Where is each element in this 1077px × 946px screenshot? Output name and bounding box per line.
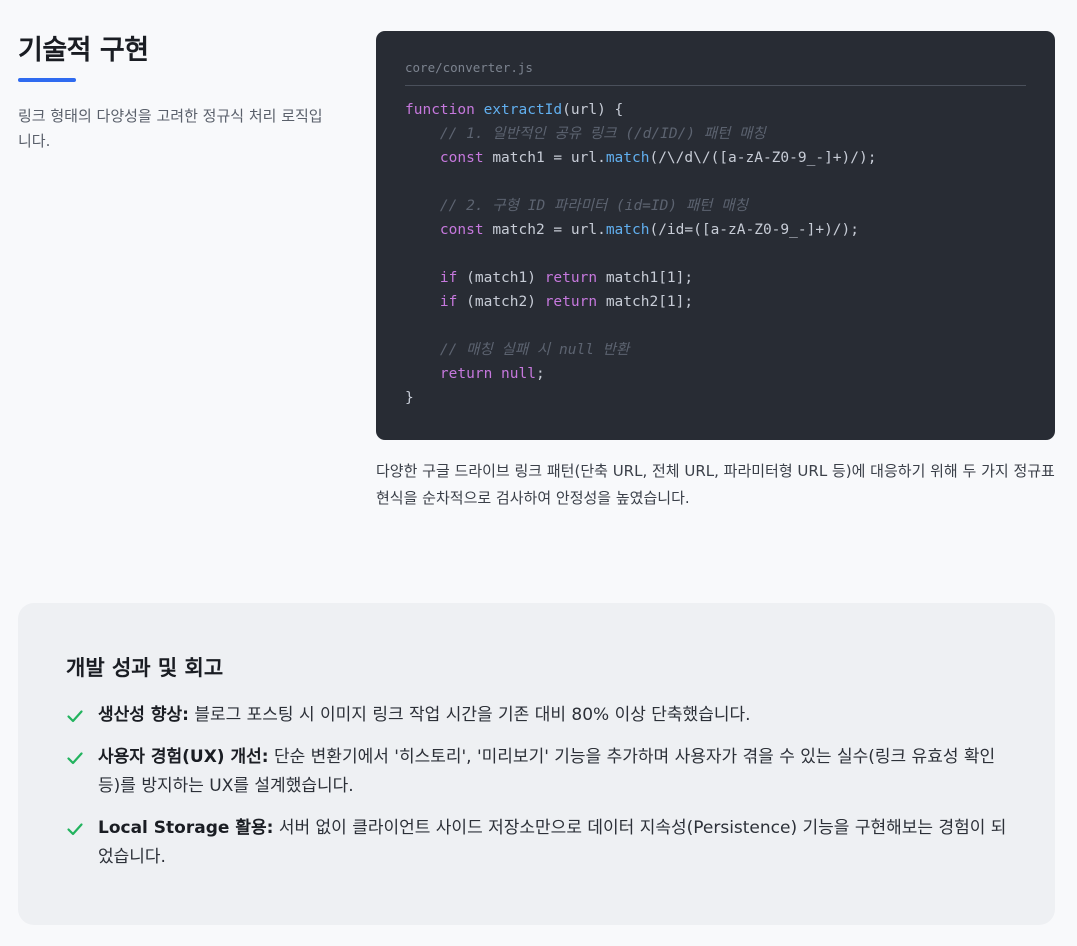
code-line: function extractId(url) { xyxy=(405,98,1026,122)
check-icon xyxy=(67,823,83,836)
code-token: match xyxy=(605,222,650,238)
list-item-label: 사용자 경험(UX) 개선: xyxy=(98,747,269,767)
code-line: if (match1) return match1[1]; xyxy=(405,266,1026,290)
page: 기술적 구현 링크 형태의 다양성을 고려한 정규식 처리 로직입니다. cor… xyxy=(0,0,1077,946)
code-block: function extractId(url) { // 1. 일반적인 공유 … xyxy=(405,98,1026,410)
code-token: function xyxy=(405,102,484,118)
tech-intro: 기술적 구현 링크 형태의 다양성을 고려한 정규식 처리 로직입니다. xyxy=(18,32,338,154)
code-filename: core/converter.js xyxy=(405,60,1026,86)
code-token: extractId xyxy=(483,102,563,118)
code-token: (url) { xyxy=(562,102,624,118)
code-token: match2 = url. xyxy=(492,222,606,238)
code-token: (match1) xyxy=(466,270,545,286)
code-token: const xyxy=(439,150,493,166)
title-underline xyxy=(18,78,76,82)
code-token: (/\/d\/([a-zA-Z0-9_-]+)/); xyxy=(649,150,877,166)
code-token: } xyxy=(405,390,414,406)
code-line: const match2 = url.match(/id=([a-zA-Z0-9… xyxy=(405,218,1026,242)
check-icon xyxy=(67,752,83,765)
code-token: (/id=([a-zA-Z0-9_-]+)/); xyxy=(649,222,859,238)
code-token: const xyxy=(439,222,493,238)
code-token: if xyxy=(439,294,467,310)
code-line: // 2. 구형 ID 파라미터 (id=ID) 패턴 매칭 xyxy=(405,194,1026,218)
code-line: } xyxy=(405,386,1026,410)
section-description: 링크 형태의 다양성을 고려한 정규식 처리 로직입니다. xyxy=(18,107,323,150)
check-icon xyxy=(67,710,83,723)
list-item-label: 생산성 향상: xyxy=(98,705,189,725)
retrospective-title: 개발 성과 및 회고 xyxy=(66,656,224,680)
list-item: 사용자 경험(UX) 개선: 단순 변환기에서 '히스토리', '미리보기' 기… xyxy=(66,743,1009,801)
retrospective-card: 개발 성과 및 회고 생산성 향상: 블로그 포스팅 시 이미지 링크 작업 시… xyxy=(18,603,1055,925)
code-token: ; xyxy=(535,366,545,382)
code-line: const match1 = url.match(/\/d\/([a-zA-Z0… xyxy=(405,146,1026,170)
code-token: match1 = url. xyxy=(492,150,606,166)
section-title: 기술적 구현 xyxy=(18,35,149,66)
code-card: core/converter.js function extractId(url… xyxy=(376,31,1055,440)
code-caption: 다양한 구글 드라이브 링크 패턴(단축 URL, 전체 URL, 파라미터형 … xyxy=(376,462,1055,507)
code-line: return null; xyxy=(405,362,1026,386)
list-item: Local Storage 활용: 서버 없이 클라이언트 사이드 저장소만으로… xyxy=(66,814,1009,872)
code-line: // 매칭 실패 시 null 반환 xyxy=(405,338,1026,362)
code-line: // 1. 일반적인 공유 링크 (/d/ID/) 패턴 매칭 xyxy=(405,122,1026,146)
code-token: match1[1]; xyxy=(605,270,694,286)
code-token: match2[1]; xyxy=(605,294,694,310)
retrospective-list: 생산성 향상: 블로그 포스팅 시 이미지 링크 작업 시간을 기존 대비 80… xyxy=(66,701,1009,872)
code-token: match xyxy=(605,150,650,166)
code-token: (match2) xyxy=(466,294,545,310)
list-item-label: Local Storage 활용: xyxy=(98,818,274,838)
code-token: // 2. 구형 ID 파라미터 (id=ID) 패턴 매칭 xyxy=(439,198,748,214)
code-token: // 매칭 실패 시 null 반환 xyxy=(439,342,630,358)
code-token: return xyxy=(544,270,606,286)
code-token: if xyxy=(439,270,467,286)
code-token: // 1. 일반적인 공유 링크 (/d/ID/) 패턴 매칭 xyxy=(439,126,766,142)
code-token: return xyxy=(544,294,606,310)
list-item: 생산성 향상: 블로그 포스팅 시 이미지 링크 작업 시간을 기존 대비 80… xyxy=(66,701,1009,730)
list-item-text: 블로그 포스팅 시 이미지 링크 작업 시간을 기존 대비 80% 이상 단축했… xyxy=(188,705,751,725)
code-line: if (match2) return match2[1]; xyxy=(405,290,1026,314)
code-token: return null xyxy=(439,366,536,382)
